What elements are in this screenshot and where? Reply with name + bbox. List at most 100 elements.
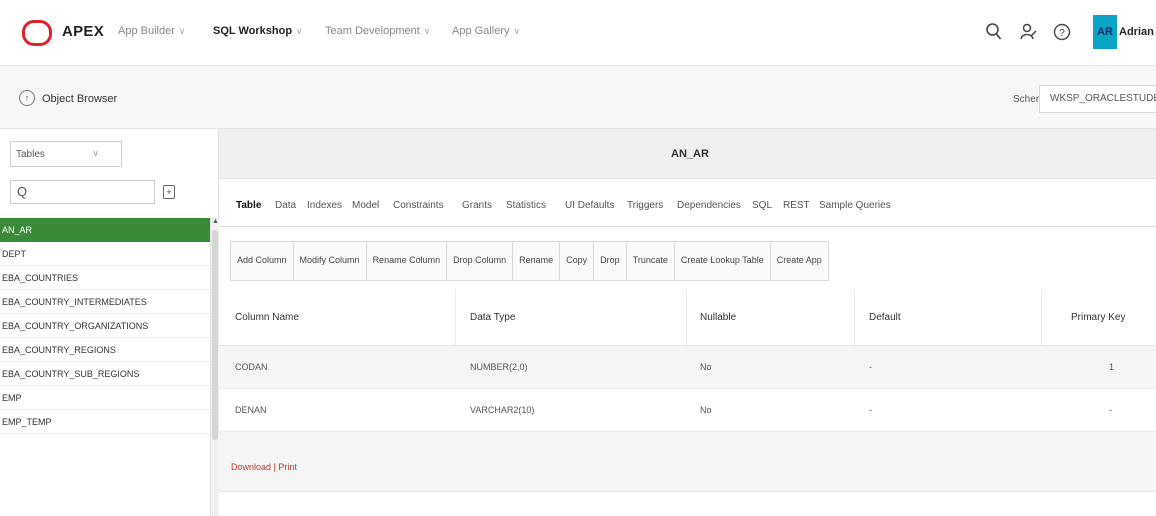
column-divider	[455, 289, 456, 345]
cell-primary-key: -	[1109, 405, 1112, 415]
up-arrow-icon[interactable]: ↑	[19, 90, 35, 106]
chevron-down-icon: ∨	[178, 26, 186, 36]
add-column-button[interactable]: Add Column	[231, 242, 294, 280]
list-item[interactable]: EMP_TEMP	[0, 410, 210, 434]
list-item[interactable]: DEPT	[0, 242, 210, 266]
cell-column-name: CODAN	[235, 362, 268, 372]
avatar[interactable]: AR	[1093, 15, 1117, 49]
chevron-down-icon: ∨	[296, 26, 303, 36]
top-navigation-bar: APEX App Builder ∨ SQL Workshop ∨ Team Dev…	[0, 0, 1156, 66]
svg-text:?: ?	[1059, 28, 1065, 39]
nav-app-builder[interactable]: App Builder ∨	[118, 25, 185, 37]
list-item[interactable]: EBA_COUNTRY_SUB_REGIONS	[0, 362, 210, 386]
nav-team-development[interactable]: Team Development ∨	[325, 25, 430, 37]
drop-column-button[interactable]: Drop Column	[447, 242, 514, 280]
create-lookup-table-button[interactable]: Create Lookup Table	[674, 242, 771, 280]
object-type-value: Tables	[16, 149, 45, 160]
nav-sql-workshop[interactable]: SQL Workshop ∨	[213, 25, 303, 37]
cell-primary-key: 1	[1109, 362, 1115, 372]
object-sidebar: Tables ∨ Q + AN_AR DEPT EBA_COUNTRIES EB…	[0, 129, 219, 516]
list-item[interactable]: EMP	[0, 386, 210, 410]
object-list: AN_AR DEPT EBA_COUNTRIES EBA_COUNTRY_INT…	[0, 218, 210, 434]
object-detail-panel: AN_AR Table Data Indexes Model Constrain…	[219, 129, 1156, 516]
column-header[interactable]: Primary Key	[1071, 289, 1125, 345]
username[interactable]: Adrian	[1119, 26, 1154, 38]
create-object-icon[interactable]: +	[163, 185, 175, 199]
print-link[interactable]: Print	[278, 462, 297, 472]
nav-app-gallery[interactable]: App Gallery ∨	[452, 25, 520, 37]
tab-table[interactable]: Table	[236, 200, 261, 211]
chevron-down-icon: ∨	[423, 26, 431, 36]
tab-grants[interactable]: Grants	[462, 200, 492, 211]
scroll-up-icon[interactable]: ▲	[212, 218, 219, 225]
tab-indexes[interactable]: Indexes	[307, 200, 342, 211]
tab-constraints[interactable]: Constraints	[393, 200, 444, 211]
sidebar-scrollbar[interactable]: ▲	[210, 218, 219, 516]
tab-triggers[interactable]: Triggers	[627, 200, 663, 211]
tab-sql[interactable]: SQL	[752, 200, 772, 211]
nav-label: App Gallery	[452, 25, 510, 37]
cell-nullable: No	[700, 405, 712, 415]
search-icon[interactable]	[982, 18, 1006, 46]
object-name: AN_AR	[671, 148, 709, 160]
chevron-down-icon: ∨	[513, 26, 521, 36]
cell-data-type: NUMBER(2,0)	[470, 362, 528, 372]
column-divider	[854, 289, 855, 345]
rename-column-button[interactable]: Rename Column	[366, 242, 448, 280]
column-divider	[686, 289, 687, 345]
tab-rest[interactable]: REST	[783, 200, 810, 211]
table-toolbar: Add Column Modify Column Rename Column D…	[230, 241, 829, 281]
object-search-input[interactable]: Q	[10, 180, 155, 204]
page-title: Object Browser	[42, 93, 118, 105]
modify-column-button[interactable]: Modify Column	[293, 242, 367, 280]
cell-column-name: DENAN	[235, 405, 267, 415]
link-separator: |	[273, 462, 276, 472]
download-link[interactable]: Download	[231, 462, 271, 472]
object-browser-bar: ↑ Object Browser Schema WKSP_ORACLESTUDE…	[0, 66, 1156, 129]
scrollbar-thumb[interactable]	[212, 230, 218, 440]
cell-default: -	[869, 362, 872, 372]
cell-default: -	[869, 405, 872, 415]
list-item[interactable]: AN_AR	[0, 218, 210, 242]
object-title-bar: AN_AR	[219, 129, 1156, 179]
column-header[interactable]: Column Name	[235, 289, 299, 345]
column-header[interactable]: Data Type	[470, 289, 515, 345]
tab-sample-queries[interactable]: Sample Queries	[819, 200, 891, 211]
user-share-icon[interactable]	[1016, 18, 1040, 46]
rename-button[interactable]: Rename	[513, 242, 561, 280]
footer-links: Download | Print	[231, 462, 297, 472]
list-item[interactable]: EBA_COUNTRY_ORGANIZATIONS	[0, 314, 210, 338]
column-divider	[1041, 289, 1042, 345]
help-icon[interactable]: ?	[1050, 18, 1074, 46]
nav-label: App Builder	[118, 25, 175, 37]
list-item[interactable]: EBA_COUNTRY_REGIONS	[0, 338, 210, 362]
table-header-row: Column Name Data Type Nullable Default P…	[219, 289, 1156, 346]
tab-model[interactable]: Model	[352, 200, 379, 211]
cell-nullable: No	[700, 362, 712, 372]
tab-ui-defaults[interactable]: UI Defaults	[565, 200, 614, 211]
tab-statistics[interactable]: Statistics	[506, 200, 546, 211]
list-item[interactable]: EBA_COUNTRIES	[0, 266, 210, 290]
list-item[interactable]: EBA_COUNTRY_INTERMEDIATES	[0, 290, 210, 314]
chevron-down-icon: ∨	[92, 148, 99, 158]
oracle-logo-icon[interactable]	[22, 20, 52, 46]
truncate-button[interactable]: Truncate	[626, 242, 675, 280]
cell-data-type: VARCHAR2(10)	[470, 405, 535, 415]
table-footer: Download | Print	[219, 447, 1156, 492]
schema-select[interactable]: WKSP_ORACLESTUDEN	[1039, 85, 1156, 113]
column-header[interactable]: Nullable	[700, 289, 736, 345]
column-header[interactable]: Default	[869, 289, 901, 345]
table-row: DENAN VARCHAR2(10) No - -	[219, 389, 1156, 432]
table-row: CODAN NUMBER(2,0) No - 1	[219, 346, 1156, 389]
copy-button[interactable]: Copy	[560, 242, 595, 280]
nav-label: Team Development	[325, 25, 420, 37]
apex-brand[interactable]: APEX	[62, 23, 104, 40]
nav-label: SQL Workshop	[213, 25, 293, 37]
create-app-button[interactable]: Create App	[770, 242, 828, 280]
search-icon: Q	[17, 184, 28, 199]
drop-button[interactable]: Drop	[594, 242, 627, 280]
tab-dependencies[interactable]: Dependencies	[677, 200, 741, 211]
object-type-select[interactable]: Tables ∨	[10, 141, 122, 167]
tab-data[interactable]: Data	[275, 200, 296, 211]
object-tabs: Table Data Indexes Model Constraints Gra…	[219, 179, 1156, 227]
